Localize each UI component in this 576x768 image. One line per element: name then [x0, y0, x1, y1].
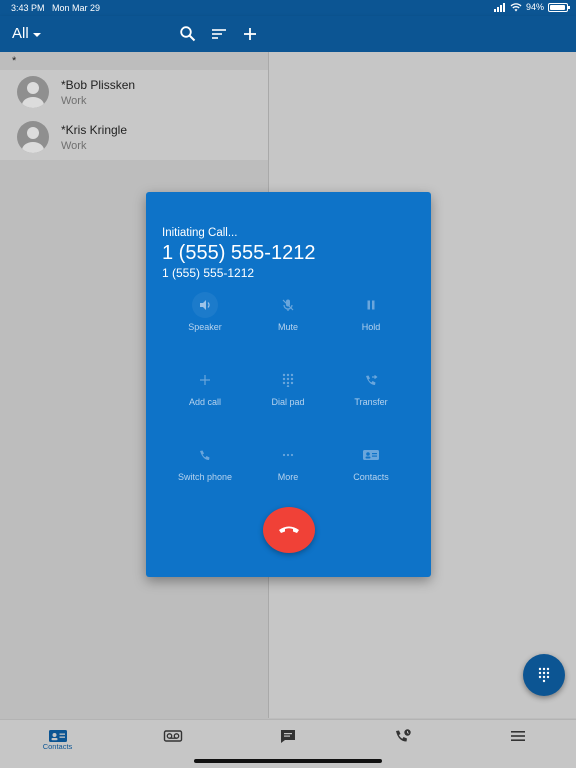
signal-icon: [493, 2, 505, 12]
avatar: [17, 76, 49, 108]
avatar: [17, 121, 49, 153]
plus-icon: [192, 367, 218, 393]
hangup-icon: [279, 526, 299, 533]
battery-icon: [548, 2, 570, 12]
transfer-label: Transfer: [354, 397, 388, 407]
status-time: 3:43 PM: [11, 3, 45, 13]
call-dialog: Initiating Call... 1 (555) 555-1212 1 (5…: [146, 192, 431, 577]
nav-contacts-label: Contacts: [42, 742, 73, 751]
contact-name: *Kris Kringle: [61, 123, 128, 137]
contact-card-icon: [358, 442, 384, 468]
hangup-button[interactable]: [263, 507, 315, 553]
phone-icon: [192, 442, 218, 468]
mute-button[interactable]: Mute: [248, 292, 328, 342]
more-label: More: [277, 472, 299, 482]
add-icon[interactable]: [241, 25, 259, 43]
speaker-label: Speaker: [188, 322, 222, 332]
add-call-button[interactable]: Add call: [165, 367, 245, 417]
call-number: 1 (555) 555-1212: [162, 242, 316, 264]
call-history-icon: [395, 729, 411, 742]
call-number-secondary: 1 (555) 555-1212: [162, 266, 255, 280]
list-item[interactable]: *Kris Kringle Work: [0, 115, 268, 160]
mute-icon: [275, 292, 301, 318]
status-date: Mon Mar 29: [52, 3, 101, 13]
chat-icon: [280, 730, 295, 743]
speaker-button[interactable]: Speaker: [165, 292, 245, 342]
dialpad-icon: [538, 667, 550, 683]
nav-menu[interactable]: [460, 720, 575, 768]
filter-label: All: [12, 25, 29, 42]
switch-phone-button[interactable]: Switch phone: [165, 442, 245, 492]
contacts-label: Contacts: [353, 472, 389, 482]
more-button[interactable]: More: [248, 442, 328, 492]
sort-icon[interactable]: [210, 25, 228, 43]
transfer-icon: [358, 367, 384, 393]
contacts-button[interactable]: Contacts: [331, 442, 411, 492]
transfer-button[interactable]: Transfer: [331, 367, 411, 417]
contact-name: *Bob Plissken: [61, 78, 136, 92]
status-bar: 3:43 PM Mon Mar 29 94%: [0, 0, 576, 16]
pause-icon: [358, 292, 384, 318]
dialpad-icon: [275, 367, 301, 393]
add-call-label: Add call: [188, 397, 222, 407]
battery-percent: 94%: [525, 2, 544, 12]
wifi-icon: [510, 2, 522, 11]
contact-type: Work: [61, 95, 87, 107]
switch-phone-label: Switch phone: [177, 472, 233, 482]
list-item[interactable]: *Bob Plissken Work: [0, 70, 268, 115]
home-indicator: [194, 759, 382, 763]
hold-button[interactable]: Hold: [331, 292, 411, 342]
call-status: Initiating Call...: [162, 227, 238, 239]
search-icon[interactable]: [179, 25, 197, 43]
speaker-icon: [192, 292, 218, 318]
status-indicators: 94%: [493, 2, 570, 12]
filter-dropdown[interactable]: All: [12, 25, 41, 42]
contact-type: Work: [61, 140, 87, 152]
app-bar: All: [0, 16, 576, 52]
dialpad-fab[interactable]: [523, 654, 565, 696]
hold-label: Hold: [361, 322, 381, 332]
dial-pad-label: Dial pad: [271, 397, 305, 407]
menu-icon: [510, 731, 525, 741]
chevron-down-icon: [32, 32, 41, 37]
mute-label: Mute: [277, 322, 298, 332]
section-header: *: [12, 55, 17, 67]
dial-pad-button[interactable]: Dial pad: [248, 367, 328, 417]
nav-contacts[interactable]: Contacts: [0, 720, 115, 768]
voicemail-icon: [163, 730, 182, 742]
more-icon: [275, 442, 301, 468]
